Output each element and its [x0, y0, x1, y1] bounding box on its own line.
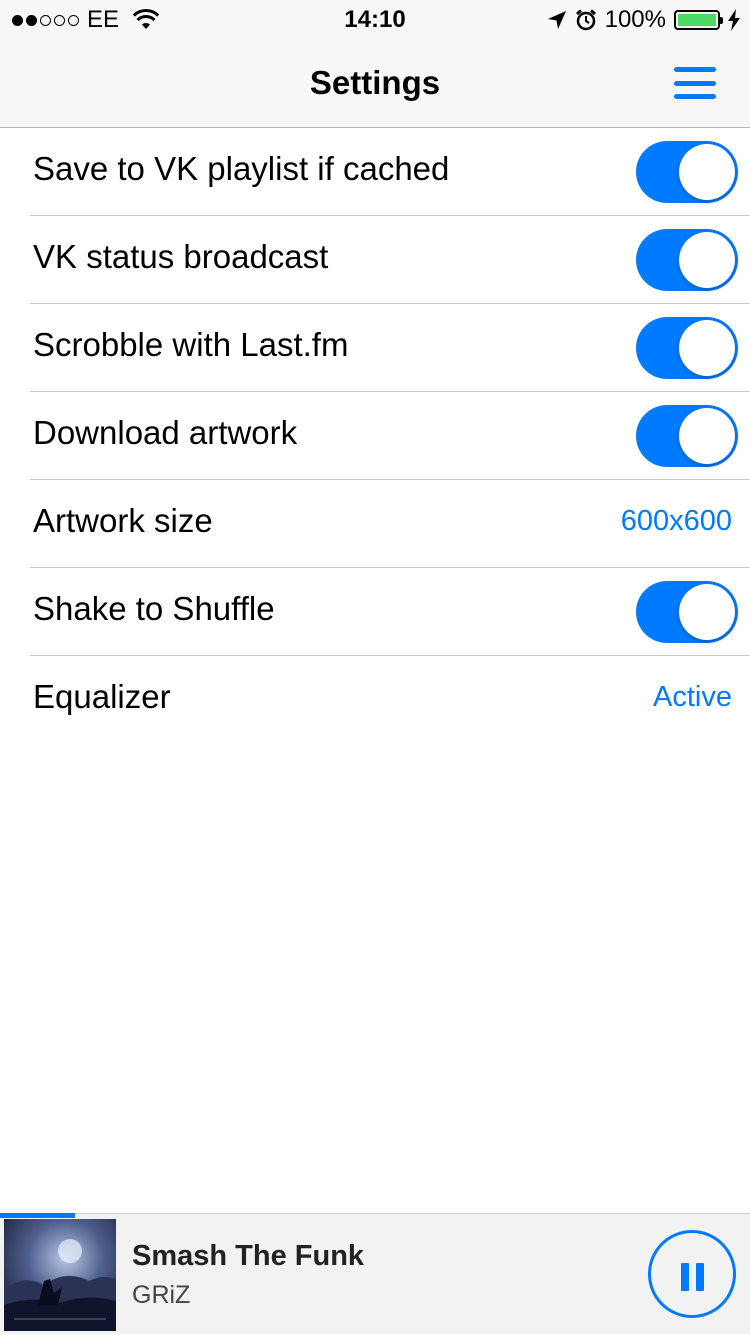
setting-scrobble-lastfm: Scrobble with Last.fm: [0, 304, 750, 392]
setting-download-artwork: Download artwork: [0, 392, 750, 480]
pause-button[interactable]: [648, 1230, 736, 1318]
vk-status-broadcast-toggle[interactable]: [636, 229, 738, 291]
pause-icon: [681, 1263, 689, 1291]
setting-shake-to-shuffle: Shake to Shuffle: [0, 568, 750, 656]
setting-artwork-size[interactable]: Artwork size 600x600: [0, 480, 750, 568]
scrobble-lastfm-toggle[interactable]: [636, 317, 738, 379]
setting-label: Scrobble with Last.fm: [33, 326, 349, 363]
save-to-vk-playlist-toggle[interactable]: [636, 141, 738, 203]
location-arrow-icon: [547, 11, 566, 29]
settings-list: Save to VK playlist if cached VK status …: [0, 128, 750, 744]
charging-bolt-icon: [728, 9, 740, 31]
setting-equalizer[interactable]: Equalizer Active: [0, 656, 750, 744]
header: EE 14:10 100% Settings: [0, 0, 750, 128]
setting-label: Artwork size: [33, 502, 213, 539]
setting-label: Shake to Shuffle: [33, 590, 275, 627]
alarm-icon: [575, 9, 596, 31]
setting-label: Download artwork: [33, 414, 298, 451]
battery-icon: [674, 10, 723, 30]
status-right: 100%: [547, 6, 740, 34]
album-artwork[interactable]: [4, 1219, 116, 1331]
shake-to-shuffle-toggle[interactable]: [636, 581, 738, 643]
equalizer-value[interactable]: Active: [653, 681, 732, 714]
track-artist: GRiZ: [132, 1281, 191, 1309]
page-title: Settings: [309, 64, 441, 101]
setting-save-to-vk-playlist: Save to VK playlist if cached: [0, 128, 750, 216]
setting-vk-status-broadcast: VK status broadcast: [0, 216, 750, 304]
setting-label: VK status broadcast: [33, 238, 329, 275]
setting-label: Equalizer: [33, 678, 171, 715]
setting-label: Save to VK playlist if cached: [33, 150, 450, 187]
artwork-size-value[interactable]: 600x600: [621, 505, 732, 538]
download-artwork-toggle[interactable]: [636, 405, 738, 467]
status-bar: EE 14:10 100%: [0, 0, 750, 40]
hamburger-menu-icon[interactable]: [674, 67, 716, 99]
battery-percent: 100%: [604, 6, 666, 33]
mini-player[interactable]: Smash The Funk GRiZ: [0, 1213, 750, 1334]
playback-progress-bar[interactable]: [0, 1213, 75, 1218]
track-title: Smash The Funk: [132, 1240, 365, 1272]
